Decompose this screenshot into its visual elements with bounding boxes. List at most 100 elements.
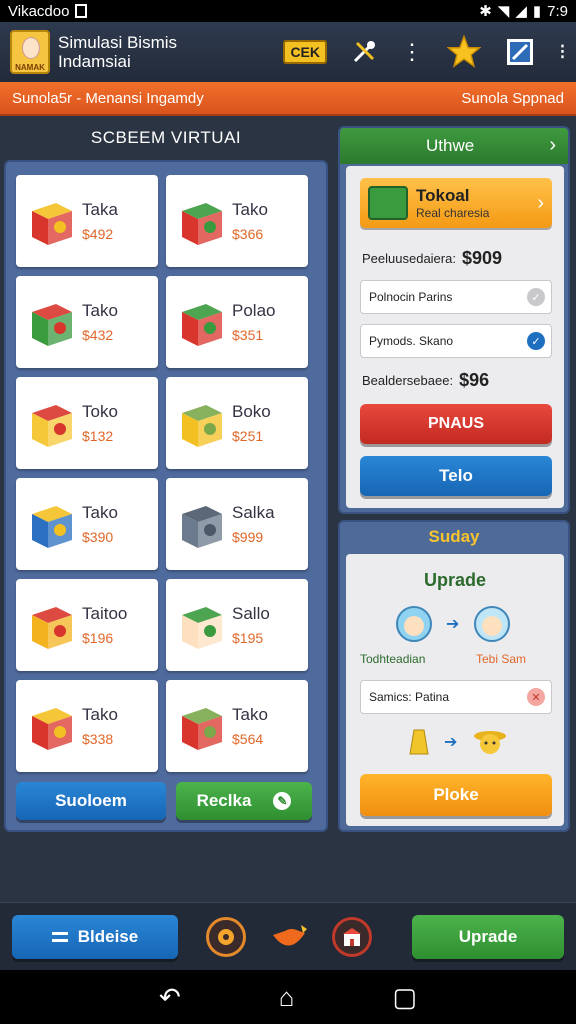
close-icon[interactable]: ✕ xyxy=(527,688,545,706)
reclka-button[interactable]: Reclka ✎ xyxy=(176,782,312,820)
product-name: Tako xyxy=(82,301,118,320)
product-price: $366 xyxy=(232,226,264,242)
signal-icon: ◢ xyxy=(515,3,527,20)
shop-icon[interactable] xyxy=(332,917,372,957)
shopping-bag-yellow-icon xyxy=(24,594,78,656)
product-card[interactable]: Toko $132 xyxy=(16,377,158,469)
clock: 7:9 xyxy=(547,2,568,20)
wifi-icon: ◥ xyxy=(497,3,510,20)
product-card[interactable]: Taitoo $196 xyxy=(16,579,158,671)
bottom-bar: Bldeise Uprade xyxy=(0,902,576,970)
product-price: $999 xyxy=(232,529,264,545)
edit-circle-icon: ✎ xyxy=(273,792,292,810)
box-yellow-icon xyxy=(24,392,78,454)
product-card[interactable]: Polao $351 xyxy=(166,276,308,368)
checkout-header[interactable]: Uthwe › xyxy=(340,128,568,164)
store-box-icon xyxy=(368,186,408,220)
hat-icon xyxy=(472,724,508,756)
more-vert-icon[interactable]: ⋮ xyxy=(401,39,423,65)
overflow-icon[interactable]: ⁝ xyxy=(559,39,566,65)
check-icon: ✓ xyxy=(527,332,545,350)
product-grid: Taka $492 Tako $366 Tako $432 Polao $351 Toko $13… xyxy=(16,175,312,772)
telo-button[interactable]: Telo xyxy=(360,456,552,496)
shop-box-red-icon xyxy=(174,190,228,252)
option-polnocin[interactable]: Polnocin Parins ✓ xyxy=(360,280,552,314)
home-icon[interactable]: ⌂ xyxy=(279,982,295,1013)
app-logo[interactable]: NAMAK xyxy=(10,30,50,74)
product-price: $195 xyxy=(232,630,264,646)
gift-box-red-icon xyxy=(24,190,78,252)
store-panel: Taka $492 Tako $366 Tako $432 Polao $351 Toko $13… xyxy=(4,160,328,832)
cek-button[interactable]: CEK xyxy=(283,40,327,64)
banner-right-text: Sunola Sppnad xyxy=(461,89,564,107)
shopping-bag-blue-icon xyxy=(24,493,78,555)
tokoal-title: Tokoal xyxy=(416,186,470,205)
worker-avatar-icon xyxy=(396,606,432,642)
product-card[interactable]: Sallo $195 xyxy=(166,579,308,671)
battery-icon: ▮ xyxy=(532,3,542,20)
product-card[interactable]: Tako $338 xyxy=(16,680,158,772)
edit-icon[interactable] xyxy=(505,37,535,67)
balance-line: Bealdersebaee: $96 xyxy=(362,370,490,390)
banner-left-text: Sunola5r - Menansi Ingamdy xyxy=(12,89,204,107)
product-name: Tako xyxy=(82,705,118,724)
product-price: $390 xyxy=(82,529,114,545)
option-pymods[interactable]: Pymods. Skano ✓ xyxy=(360,324,552,358)
product-card[interactable]: Tako $564 xyxy=(166,680,308,772)
promo-banner: Sunola5r - Menansi Ingamdy Sunola Sppnad xyxy=(0,82,576,116)
product-price: $196 xyxy=(82,630,114,646)
star-icon[interactable] xyxy=(447,35,481,69)
app-bar: NAMAK Simulasi Bismis Indamsiai CEK ⋮ ⁝ xyxy=(0,22,576,82)
bell-icon xyxy=(408,728,430,756)
product-name: Boko xyxy=(232,402,271,421)
tokoal-card[interactable]: Tokoal Real charesia › xyxy=(360,178,552,228)
cart-gray-icon xyxy=(174,493,228,555)
product-name: Taka xyxy=(82,200,118,219)
pnaus-button[interactable]: PNAUS xyxy=(360,404,552,444)
product-card[interactable]: Taka $492 xyxy=(16,175,158,267)
check-icon: ✓ xyxy=(527,288,545,306)
fire-icon[interactable] xyxy=(270,917,310,957)
product-name: Tako xyxy=(232,200,268,219)
product-price: $251 xyxy=(232,428,264,444)
price-line: Peeluusedaiera: $909 xyxy=(362,248,503,268)
ploke-button[interactable]: Ploke xyxy=(360,774,552,816)
arrow-right-icon: ➔ xyxy=(446,616,460,633)
tools-icon[interactable] xyxy=(351,39,377,65)
caption-left: Todhteadian xyxy=(360,652,426,666)
bldeise-button[interactable]: Bldeise xyxy=(12,915,178,959)
product-card[interactable]: Tako $432 xyxy=(16,276,158,368)
upgrade-header: Suday xyxy=(428,527,480,546)
product-card[interactable]: Tako $390 xyxy=(16,478,158,570)
tokoal-subtitle: Real charesia xyxy=(416,206,490,220)
settings-gear-icon[interactable] xyxy=(206,917,246,957)
product-price: $132 xyxy=(82,428,114,444)
product-card[interactable]: Boko $251 xyxy=(166,377,308,469)
product-card[interactable]: Salka $999 xyxy=(166,478,308,570)
suoloem-button[interactable]: Suoloem xyxy=(16,782,166,820)
shopper-cart-icon xyxy=(174,392,228,454)
cart-red-icon xyxy=(174,695,228,757)
product-price: $338 xyxy=(82,731,114,747)
product-name: Toko xyxy=(82,402,118,421)
store-title: SCBEEM VIRTUAI xyxy=(90,128,242,147)
chevron-right-icon[interactable]: › xyxy=(549,134,556,157)
product-price: $432 xyxy=(82,327,114,343)
product-price: $564 xyxy=(232,731,264,747)
caption-right: Tebi Sam xyxy=(476,652,527,666)
product-name: Tako xyxy=(82,503,118,522)
upgrade-button[interactable]: Uprade xyxy=(412,915,564,959)
back-icon[interactable]: ↶ xyxy=(159,982,181,1013)
chef-icon xyxy=(174,594,228,656)
upgrade-option[interactable]: Samics: Patina ✕ xyxy=(360,680,552,714)
system-nav-bar: ↶ ⌂ ▢ xyxy=(0,970,576,1024)
upgrade-panel: Suday Uprade ➔ Todhteadian Tebi Sam Sami… xyxy=(338,520,570,832)
status-bar: Vikacdoo ✱ ◥ ◢ ▮ 7:9 xyxy=(0,0,576,22)
product-name: Salka xyxy=(232,503,275,522)
product-name: Taitoo xyxy=(82,604,128,623)
product-name: Tako xyxy=(232,705,268,724)
checkout-panel: Uthwe › Tokoal Real charesia › Peeluused… xyxy=(338,126,570,514)
app-title: Simulasi Bismis Indamsiai xyxy=(58,33,178,71)
product-card[interactable]: Tako $366 xyxy=(166,175,308,267)
recents-icon[interactable]: ▢ xyxy=(392,982,417,1013)
